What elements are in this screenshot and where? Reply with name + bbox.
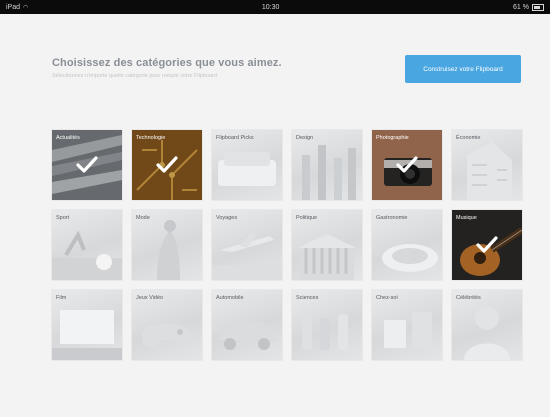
page-title: Choisissez des catégories que vous aimez… <box>52 57 282 69</box>
category-tile[interactable]: Actualités <box>52 130 122 200</box>
category-label: Gastronomie <box>376 215 408 221</box>
category-label: Économie <box>456 135 481 141</box>
page-subtitle: Sélectionnez n'importe quelle catégorie … <box>52 73 217 79</box>
category-tile[interactable]: Célébrités <box>452 290 522 360</box>
category-label: Chez-soi <box>376 295 398 301</box>
category-tile[interactable]: Sport <box>52 210 122 280</box>
checkmark-icon <box>476 236 498 253</box>
category-label: Politique <box>296 215 318 221</box>
category-grid: Actualités Technologie Flipboard Picks Desi… <box>52 130 522 362</box>
category-label: Automobile <box>216 295 244 301</box>
category-tile[interactable]: Jeux Vidéo <box>132 290 202 360</box>
status-time: 10:30 <box>261 3 280 11</box>
device-name: iPad <box>6 3 21 11</box>
category-label: Mode <box>136 215 150 221</box>
battery-percent: 61 % <box>513 3 529 11</box>
wifi-icon: ◠ <box>23 4 29 11</box>
category-tile[interactable]: Technologie <box>132 130 202 200</box>
category-label: Sciences <box>296 295 319 301</box>
category-tile[interactable]: Flipboard Picks <box>212 130 282 200</box>
category-label: Célébrités <box>456 295 481 301</box>
build-flipboard-button[interactable]: Construisez votre Flipboard <box>405 55 521 83</box>
category-label: Design <box>296 135 314 141</box>
category-tile[interactable]: Politique <box>292 210 362 280</box>
category-tile[interactable]: Musique <box>452 210 522 280</box>
category-label: Flipboard Picks <box>216 135 254 141</box>
category-tile[interactable]: Voyages <box>212 210 282 280</box>
category-tile[interactable]: Mode <box>132 210 202 280</box>
category-tile[interactable]: Automobile <box>212 290 282 360</box>
category-label: Photographie <box>376 135 409 141</box>
status-bar: iPad ◠ 10:30 61 % <box>0 0 550 14</box>
category-tile[interactable]: Économie <box>452 130 522 200</box>
category-label: Actualités <box>56 135 80 141</box>
category-tile[interactable]: Film <box>52 290 122 360</box>
checkmark-icon <box>396 156 418 173</box>
category-tile[interactable]: Photographie <box>372 130 442 200</box>
checkmark-icon <box>76 156 98 173</box>
category-tile[interactable]: Sciences <box>292 290 362 360</box>
category-label: Technologie <box>136 135 166 141</box>
checkmark-icon <box>156 156 178 173</box>
status-right: 61 % <box>513 3 544 11</box>
category-tile[interactable]: Design <box>292 130 362 200</box>
category-label: Musique <box>456 215 477 221</box>
category-label: Voyages <box>216 215 238 221</box>
category-label: Film <box>56 295 67 301</box>
category-tile[interactable]: Chez-soi <box>372 290 442 360</box>
category-label: Sport <box>56 215 70 221</box>
category-tile[interactable]: Gastronomie <box>372 210 442 280</box>
battery-icon <box>531 3 544 11</box>
status-left: iPad ◠ <box>6 4 28 11</box>
category-label: Jeux Vidéo <box>136 295 164 301</box>
